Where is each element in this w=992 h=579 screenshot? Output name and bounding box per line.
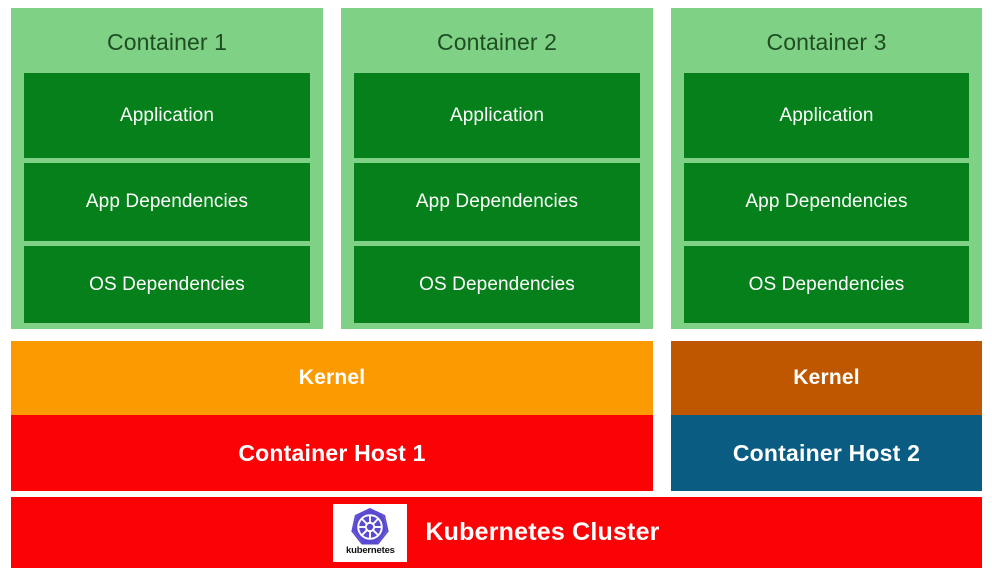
- container-2-layer-os-dependencies: OS Dependencies: [354, 246, 640, 323]
- container-card-2: Container 2 Application App Dependencies…: [341, 8, 653, 329]
- container-3-title: Container 3: [766, 29, 887, 55]
- container-2-title: Container 2: [436, 29, 557, 55]
- kubernetes-cluster-content: kubernetes Kubernetes Cluster: [333, 503, 660, 562]
- kubernetes-helm-wheel-icon: [351, 508, 390, 545]
- container-1-layer-os-dependencies: OS Dependencies: [24, 246, 310, 323]
- container-card-1: Container 1 Application App Dependencies…: [11, 8, 323, 329]
- container-2-layer-application: Application: [354, 73, 640, 158]
- container-1-layer-app-dependencies: App Dependencies: [24, 163, 310, 241]
- container-host-2-kernel: Kernel: [671, 341, 982, 415]
- architecture-diagram: Container 1 Application App Dependencies…: [0, 0, 992, 579]
- kubernetes-logo: kubernetes: [333, 503, 408, 562]
- container-host-1-kernel: Kernel: [11, 341, 653, 415]
- container-1-title: Container 1: [106, 29, 227, 55]
- container-card-3: Container 3 Application App Dependencies…: [671, 8, 982, 329]
- container-3-layer-os-dependencies: OS Dependencies: [684, 246, 969, 323]
- container-3-layer-application: Application: [684, 73, 969, 158]
- container-host-2-label: Container Host 2: [671, 415, 982, 491]
- kubernetes-cluster-label: Kubernetes Cluster: [425, 518, 660, 546]
- kubernetes-cluster-bar: kubernetes Kubernetes Cluster: [11, 497, 982, 568]
- container-3-layer-app-dependencies: App Dependencies: [684, 163, 969, 241]
- container-1-layer-application: Application: [24, 73, 310, 158]
- container-2-layer-app-dependencies: App Dependencies: [354, 163, 640, 241]
- container-host-1-stack: Kernel Container Host 1: [11, 341, 653, 491]
- container-host-2-stack: Kernel Container Host 2: [671, 341, 982, 491]
- container-host-1-label: Container Host 1: [11, 415, 653, 491]
- kubernetes-wordmark: kubernetes: [346, 545, 395, 556]
